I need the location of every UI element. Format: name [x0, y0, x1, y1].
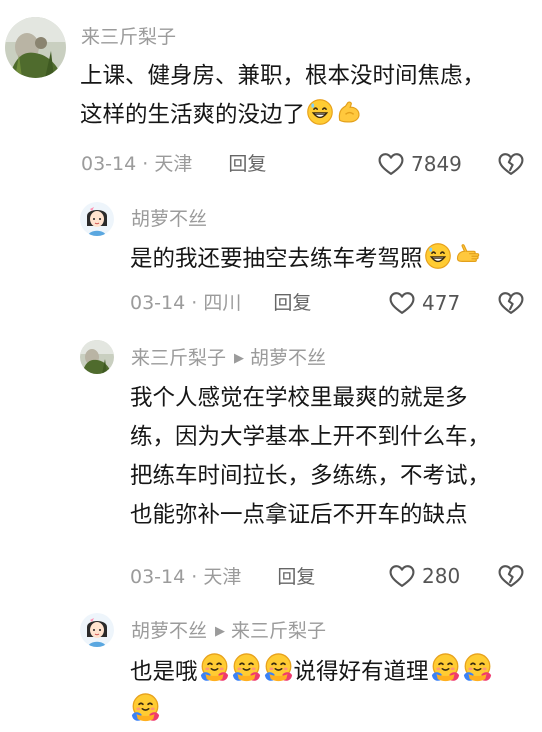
comment-text: 是的我还要抽空去练车考驾照: [130, 240, 483, 279]
broken-heart-icon: [497, 150, 525, 178]
reply-button[interactable]: 回复: [228, 153, 266, 175]
comment-line: 这样的生活爽的没边了: [80, 96, 485, 135]
avatar[interactable]: [5, 17, 66, 78]
comment-meta: 03-14 · 天津 回复: [81, 153, 267, 175]
comment-line: 上课、健身房、兼职，根本没时间焦虑，: [80, 63, 486, 89]
comment-line-text: 是的我还要抽空去练车考驾照: [130, 246, 423, 272]
triangle-right-icon: ▶: [215, 624, 226, 639]
comment-line-text: 说得好有道理: [293, 659, 429, 685]
dislike-button[interactable]: [497, 562, 525, 594]
avatar[interactable]: [80, 202, 114, 236]
hugging-face-emoji-icon: [430, 652, 461, 683]
comment-line-text: 也是哦: [130, 659, 198, 685]
comment-author[interactable]: 胡萝不丝 ▶ 来三斤梨子: [131, 619, 326, 644]
comment-date: 03-14: [130, 292, 186, 314]
triangle-right-icon: ▶: [234, 351, 245, 366]
comment-line: 把练车时间拉长，多练练，不考试，: [130, 463, 491, 489]
like-button[interactable]: 7849: [377, 150, 462, 178]
comment-meta: 03-14 · 天津 回复: [130, 566, 316, 588]
comment-line: 也能弥补一点拿证后不开车的缺点: [130, 502, 468, 528]
heart-outline-icon: [377, 150, 405, 178]
author-name[interactable]: 来三斤梨子: [131, 347, 226, 369]
hugging-face-emoji-icon: [462, 652, 493, 683]
author-name[interactable]: 来三斤梨子: [81, 26, 176, 48]
reply-to-name[interactable]: 来三斤梨子: [231, 620, 326, 642]
like-count: 477: [422, 291, 461, 315]
like-button[interactable]: 280: [388, 562, 460, 590]
comment-text: 上课、健身房、兼职，根本没时间焦虑， 这样的生活爽的没边了: [80, 57, 485, 135]
comment-author[interactable]: 来三斤梨子: [81, 25, 176, 49]
pointing-hand-emoji-icon: [453, 242, 483, 270]
dislike-button[interactable]: [497, 289, 525, 321]
comment-line-text: 这样的生活爽的没边了: [80, 102, 306, 128]
comment-line: 我个人感觉在学校里最爽的就是多: [130, 385, 468, 411]
heart-outline-icon: [388, 562, 416, 590]
avatar[interactable]: [80, 613, 114, 647]
comment-author[interactable]: 胡萝不丝: [131, 207, 207, 231]
comment-date: 03-14: [81, 153, 137, 175]
flexed-biceps-emoji-icon: [335, 98, 363, 126]
comment-text: 也是哦 说得好有道理: [130, 652, 493, 732]
reply-button[interactable]: 回复: [273, 292, 311, 314]
broken-heart-icon: [497, 562, 525, 590]
avatar[interactable]: [80, 340, 114, 374]
comment-meta: 03-14 · 四川 回复: [130, 292, 312, 314]
comment-line: 也是哦 说得好有道理: [130, 652, 493, 692]
heart-outline-icon: [388, 289, 416, 317]
dislike-button[interactable]: [497, 150, 525, 182]
comment-text: 我个人感觉在学校里最爽的就是多 练，因为大学基本上开不到什么车， 把练车时间拉长…: [130, 379, 490, 535]
comment-date: 03-14: [130, 566, 186, 588]
like-count: 280: [422, 564, 461, 588]
hugging-face-emoji-icon: [263, 652, 294, 683]
hugging-face-emoji-icon: [130, 692, 161, 723]
grinning-emoji-icon: [306, 98, 334, 126]
like-button[interactable]: 477: [388, 289, 460, 317]
comment-location: 天津: [203, 566, 242, 588]
comment-line: 是的我还要抽空去练车考驾照: [130, 240, 483, 279]
hugging-face-emoji-icon: [199, 652, 230, 683]
reply-button[interactable]: 回复: [277, 566, 315, 588]
like-count: 7849: [411, 152, 462, 176]
author-name[interactable]: 胡萝不丝: [131, 620, 207, 642]
reply-to-name[interactable]: 胡萝不丝: [250, 347, 326, 369]
comment-line: 练，因为大学基本上开不到什么车，: [130, 424, 491, 450]
hugging-face-emoji-icon: [231, 652, 262, 683]
comment-author[interactable]: 来三斤梨子 ▶ 胡萝不丝: [131, 346, 326, 371]
author-name[interactable]: 胡萝不丝: [131, 208, 207, 230]
comment-location: 四川: [203, 292, 242, 314]
comment-line: [130, 692, 493, 732]
grinning-emoji-icon: [424, 242, 452, 270]
comment-location: 天津: [154, 153, 193, 175]
broken-heart-icon: [497, 289, 525, 317]
